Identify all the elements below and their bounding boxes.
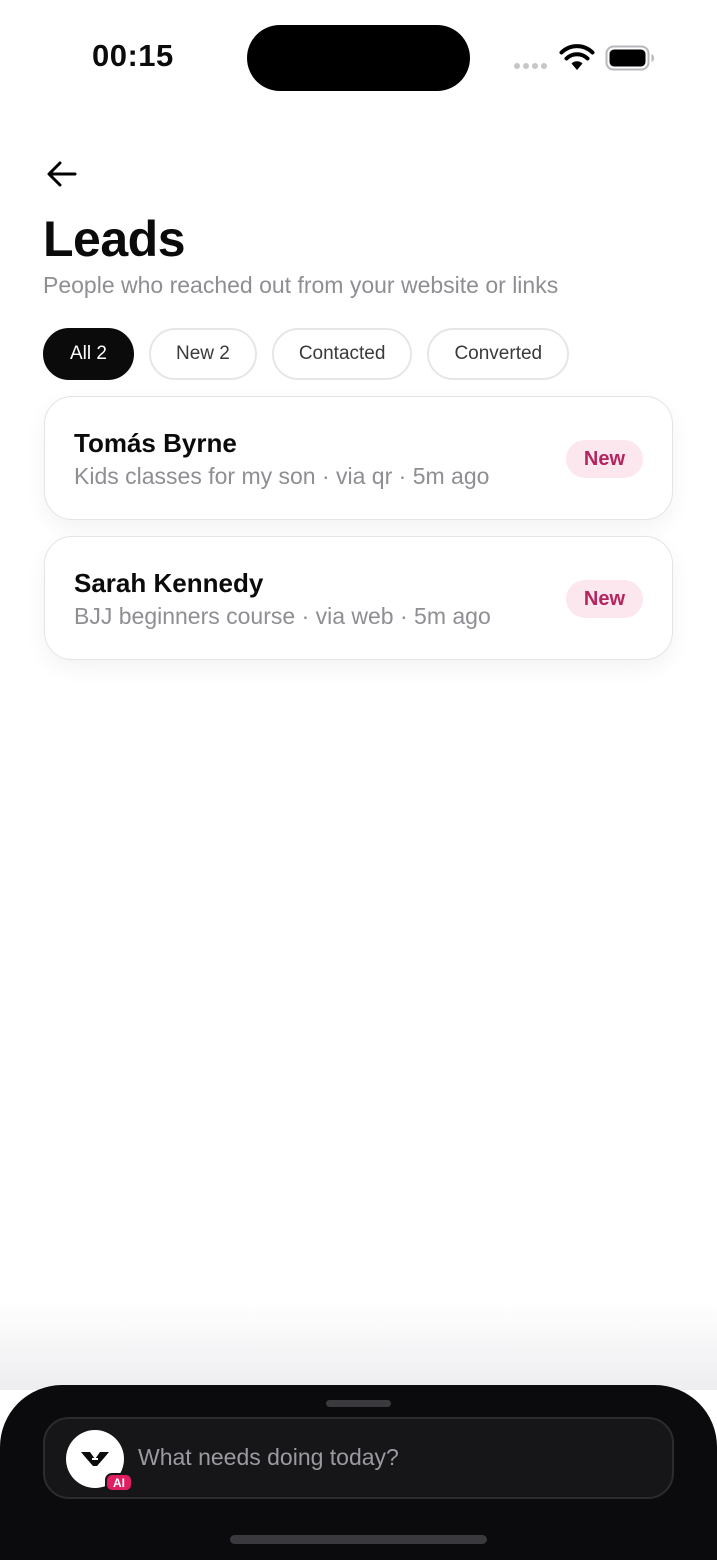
battery-icon bbox=[605, 45, 654, 71]
filter-all[interactable]: All 2 bbox=[43, 328, 134, 380]
assistant-input[interactable]: AI What needs doing today? bbox=[43, 1417, 674, 1499]
sheet-shadow bbox=[0, 1300, 717, 1390]
status-badge: New bbox=[565, 440, 643, 478]
assistant-sheet: AI What needs doing today? bbox=[0, 1385, 717, 1560]
filter-tabs: All 2 New 2 Contacted Converted bbox=[43, 328, 570, 380]
lead-name: Tomás Byrne bbox=[74, 428, 237, 458]
page-subtitle: People who reached out from your website… bbox=[43, 272, 559, 298]
filter-new[interactable]: New 2 bbox=[148, 328, 257, 380]
dynamic-island bbox=[247, 25, 470, 91]
page-title: Leads bbox=[43, 211, 186, 267]
wifi-icon bbox=[559, 44, 595, 70]
assistant-placeholder: What needs doing today? bbox=[138, 1444, 399, 1470]
filter-contacted[interactable]: Contacted bbox=[271, 328, 413, 380]
ai-badge: AI bbox=[105, 1473, 133, 1492]
lead-name: Sarah Kennedy bbox=[74, 568, 264, 598]
signal-dots-icon bbox=[514, 63, 547, 69]
sheet-grabber[interactable] bbox=[326, 1400, 391, 1407]
filter-converted[interactable]: Converted bbox=[427, 328, 570, 380]
status-time: 00:15 bbox=[92, 38, 174, 73]
lead-card[interactable]: Sarah Kennedy BJJ beginners course · via… bbox=[44, 536, 673, 660]
lead-card[interactable]: Tomás Byrne Kids classes for my son · vi… bbox=[44, 396, 673, 520]
status-badge: New bbox=[565, 580, 643, 618]
home-indicator bbox=[230, 1535, 487, 1544]
back-arrow-icon[interactable] bbox=[44, 156, 80, 192]
lead-meta: Kids classes for my son · via qr · 5m ag… bbox=[74, 463, 490, 489]
lead-meta: BJJ beginners course · via web · 5m ago bbox=[74, 603, 491, 629]
